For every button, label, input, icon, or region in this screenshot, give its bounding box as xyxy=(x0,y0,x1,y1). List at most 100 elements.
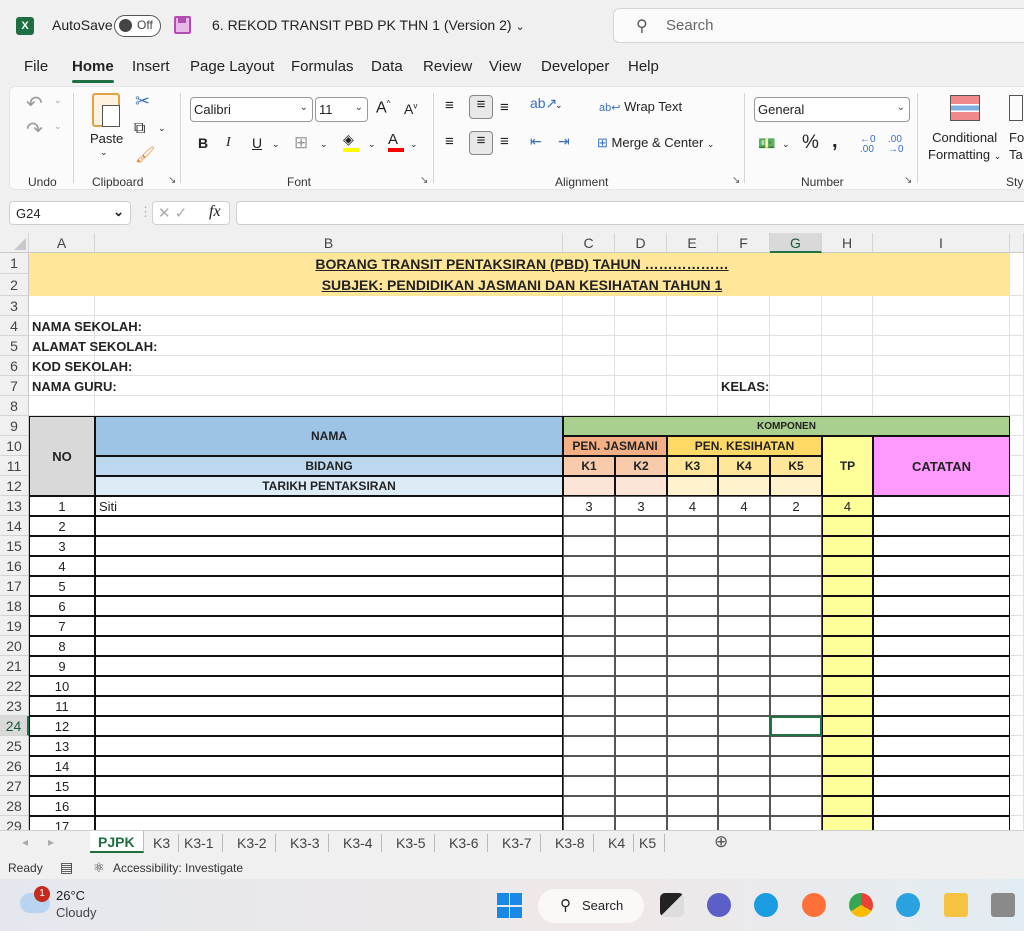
header-pen-kesihatan[interactable]: PEN. KESIHATAN xyxy=(667,436,822,456)
accessibility-status[interactable]: Accessibility: Investigate xyxy=(113,861,243,875)
formula-input[interactable] xyxy=(236,201,1024,225)
chrome-icon[interactable] xyxy=(849,893,873,917)
catatan-cell[interactable] xyxy=(873,676,1010,696)
score-k3[interactable]: 4 xyxy=(667,496,718,516)
catatan-cell[interactable] xyxy=(873,796,1010,816)
catatan-cell[interactable] xyxy=(873,816,1010,830)
task-view-icon[interactable] xyxy=(660,893,684,917)
menu-help[interactable]: Help xyxy=(628,58,659,75)
student-no[interactable]: 12 xyxy=(29,716,95,736)
header-k4[interactable]: K4 xyxy=(718,456,770,476)
score-k5[interactable] xyxy=(770,656,822,676)
decrease-indent-icon[interactable]: ⇤ xyxy=(530,133,542,150)
student-no[interactable]: 2 xyxy=(29,516,95,536)
score-tp[interactable] xyxy=(822,696,873,716)
selected-cell[interactable] xyxy=(770,716,822,736)
student-no[interactable]: 14 xyxy=(29,756,95,776)
increase-font-size-icon[interactable]: A^ xyxy=(376,99,390,117)
score-k3[interactable] xyxy=(667,796,718,816)
row-header-16[interactable]: 16 xyxy=(0,556,29,576)
header-k2[interactable]: K2 xyxy=(615,456,667,476)
scroll-tabs-left-icon[interactable]: ◂ xyxy=(22,835,28,849)
printer-icon[interactable] xyxy=(991,893,1015,917)
edge-icon[interactable] xyxy=(754,893,778,917)
student-name[interactable] xyxy=(95,716,563,736)
score-k5[interactable] xyxy=(770,616,822,636)
student-name[interactable] xyxy=(95,556,563,576)
column-header-b[interactable]: B xyxy=(95,233,563,253)
score-k3[interactable] xyxy=(667,636,718,656)
row-header-4[interactable]: 4 xyxy=(0,316,29,336)
student-name[interactable] xyxy=(95,736,563,756)
score-k5[interactable] xyxy=(770,736,822,756)
underline-button[interactable]: U xyxy=(252,135,262,151)
score-k4[interactable] xyxy=(718,576,770,596)
catatan-cell[interactable] xyxy=(873,736,1010,756)
score-k3[interactable] xyxy=(667,596,718,616)
score-k2[interactable] xyxy=(615,716,667,736)
score-k3[interactable] xyxy=(667,516,718,536)
score-k4[interactable] xyxy=(718,756,770,776)
score-k2[interactable] xyxy=(615,756,667,776)
align-right-icon[interactable]: ≡ xyxy=(500,133,509,150)
row-header-1[interactable]: 1 xyxy=(0,253,29,274)
student-no[interactable]: 3 xyxy=(29,536,95,556)
score-k2[interactable] xyxy=(615,616,667,636)
row-header-11[interactable]: 11 xyxy=(0,456,29,476)
sheet-tab-k5[interactable]: K5 xyxy=(631,834,666,852)
row-header-9[interactable]: 9 xyxy=(0,416,29,436)
score-k2[interactable] xyxy=(615,656,667,676)
score-tp[interactable] xyxy=(822,756,873,776)
score-k3[interactable] xyxy=(667,716,718,736)
row-header-3[interactable]: 3 xyxy=(0,296,29,316)
insert-function-icon[interactable]: fx xyxy=(209,203,221,221)
score-k3[interactable] xyxy=(667,576,718,596)
student-no[interactable]: 13 xyxy=(29,736,95,756)
score-k2[interactable] xyxy=(615,796,667,816)
student-no[interactable]: 5 xyxy=(29,576,95,596)
dialog-launcher-icon[interactable]: ↘ xyxy=(732,175,740,186)
score-tp[interactable] xyxy=(822,796,873,816)
align-middle-icon[interactable]: ≡ xyxy=(469,95,493,119)
score-k4[interactable] xyxy=(718,716,770,736)
label-nama-sekolah[interactable]: NAMA SEKOLAH: xyxy=(29,316,563,336)
decrease-font-size-icon[interactable]: Av xyxy=(404,101,417,117)
decrease-decimal-icon[interactable]: .00 →0 xyxy=(888,135,904,155)
row-header-17[interactable]: 17 xyxy=(0,576,29,596)
score-tp[interactable] xyxy=(822,516,873,536)
score-k4[interactable] xyxy=(718,676,770,696)
score-k5[interactable] xyxy=(770,776,822,796)
font-name-select[interactable]: Calibri ⌄ xyxy=(190,97,313,122)
row-header-2[interactable]: 2 xyxy=(0,274,29,296)
menu-view[interactable]: View xyxy=(489,58,521,75)
label-kelas[interactable]: KELAS: xyxy=(718,376,770,396)
menu-home[interactable]: Home xyxy=(72,58,114,83)
row-header-13[interactable]: 13 xyxy=(0,496,29,516)
student-no[interactable]: 10 xyxy=(29,676,95,696)
row-header-27[interactable]: 27 xyxy=(0,776,29,796)
row-header-26[interactable]: 26 xyxy=(0,756,29,776)
student-name[interactable] xyxy=(95,596,563,616)
sheet-tab-k4[interactable]: K4 xyxy=(600,834,635,852)
score-k5[interactable] xyxy=(770,816,822,830)
catatan-cell[interactable] xyxy=(873,616,1010,636)
score-k2[interactable] xyxy=(615,576,667,596)
score-k2[interactable] xyxy=(615,816,667,830)
catatan-cell[interactable] xyxy=(873,716,1010,736)
wrap-text-button[interactable]: ab↩ Wrap Text xyxy=(599,99,682,114)
student-no[interactable]: 1 xyxy=(29,496,95,516)
student-no[interactable]: 7 xyxy=(29,616,95,636)
row-header-23[interactable]: 23 xyxy=(0,696,29,716)
firefox-icon[interactable] xyxy=(802,893,826,917)
sheet-tab-k3-3[interactable]: K3-3 xyxy=(282,834,329,852)
header-no[interactable]: NO xyxy=(29,416,95,496)
fill-color-dropdown-icon[interactable]: ⌄ xyxy=(368,139,376,150)
score-k4[interactable] xyxy=(718,816,770,830)
accounting-format-icon[interactable]: 💵 xyxy=(758,135,775,152)
catatan-cell[interactable] xyxy=(873,636,1010,656)
accounting-dropdown-icon[interactable]: ⌄ xyxy=(782,139,790,150)
name-box[interactable]: G24 ⌄ xyxy=(9,201,131,225)
score-tp[interactable]: 4 xyxy=(822,496,873,516)
search-input[interactable]: ⚲ Search xyxy=(613,8,1024,43)
conditional-formatting-icon[interactable] xyxy=(950,95,980,121)
